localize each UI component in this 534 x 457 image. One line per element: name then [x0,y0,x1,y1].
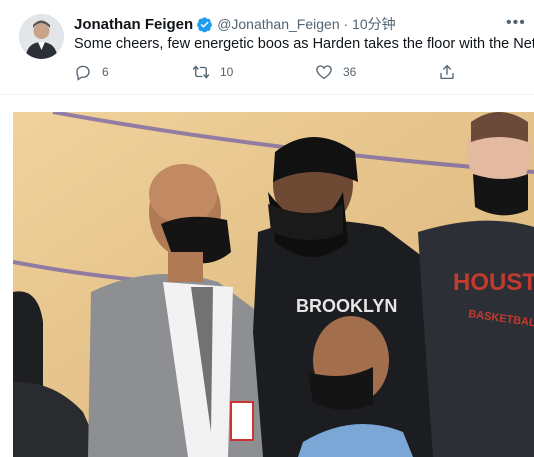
avatar[interactable] [19,14,64,59]
tweet-text: Some cheers, few energetic boos as Harde… [74,36,534,52]
share-button[interactable] [438,63,456,81]
retweet-icon [192,63,210,81]
tweet-photo[interactable]: BROOKLYN HOUSTON BASKETBALL [13,112,534,457]
reply-button[interactable]: 6 [74,63,109,81]
retweet-button[interactable]: 10 [192,63,233,81]
retweet-count: 10 [220,65,234,79]
more-icon[interactable]: ••• [506,13,526,33]
handle-and-time[interactable]: @Jonathan_Feigen · 10分钟 [217,14,395,34]
tweet-header: Jonathan Feigen @Jonathan_Feigen · 10分钟 [74,14,396,34]
display-name[interactable]: Jonathan Feigen [74,16,193,33]
like-button[interactable]: 36 [315,63,356,81]
divider [0,94,534,95]
reply-count: 6 [102,65,109,79]
verified-badge-icon [196,16,213,33]
like-count: 36 [343,65,357,79]
like-icon [315,63,333,81]
jersey-houston-text: HOUSTON [453,269,534,296]
tweet-card[interactable]: Jonathan Feigen @Jonathan_Feigen · 10分钟 … [0,0,534,95]
share-icon [438,63,456,81]
jersey-brooklyn-text: BROOKLYN [296,296,397,316]
reply-icon [74,63,92,81]
